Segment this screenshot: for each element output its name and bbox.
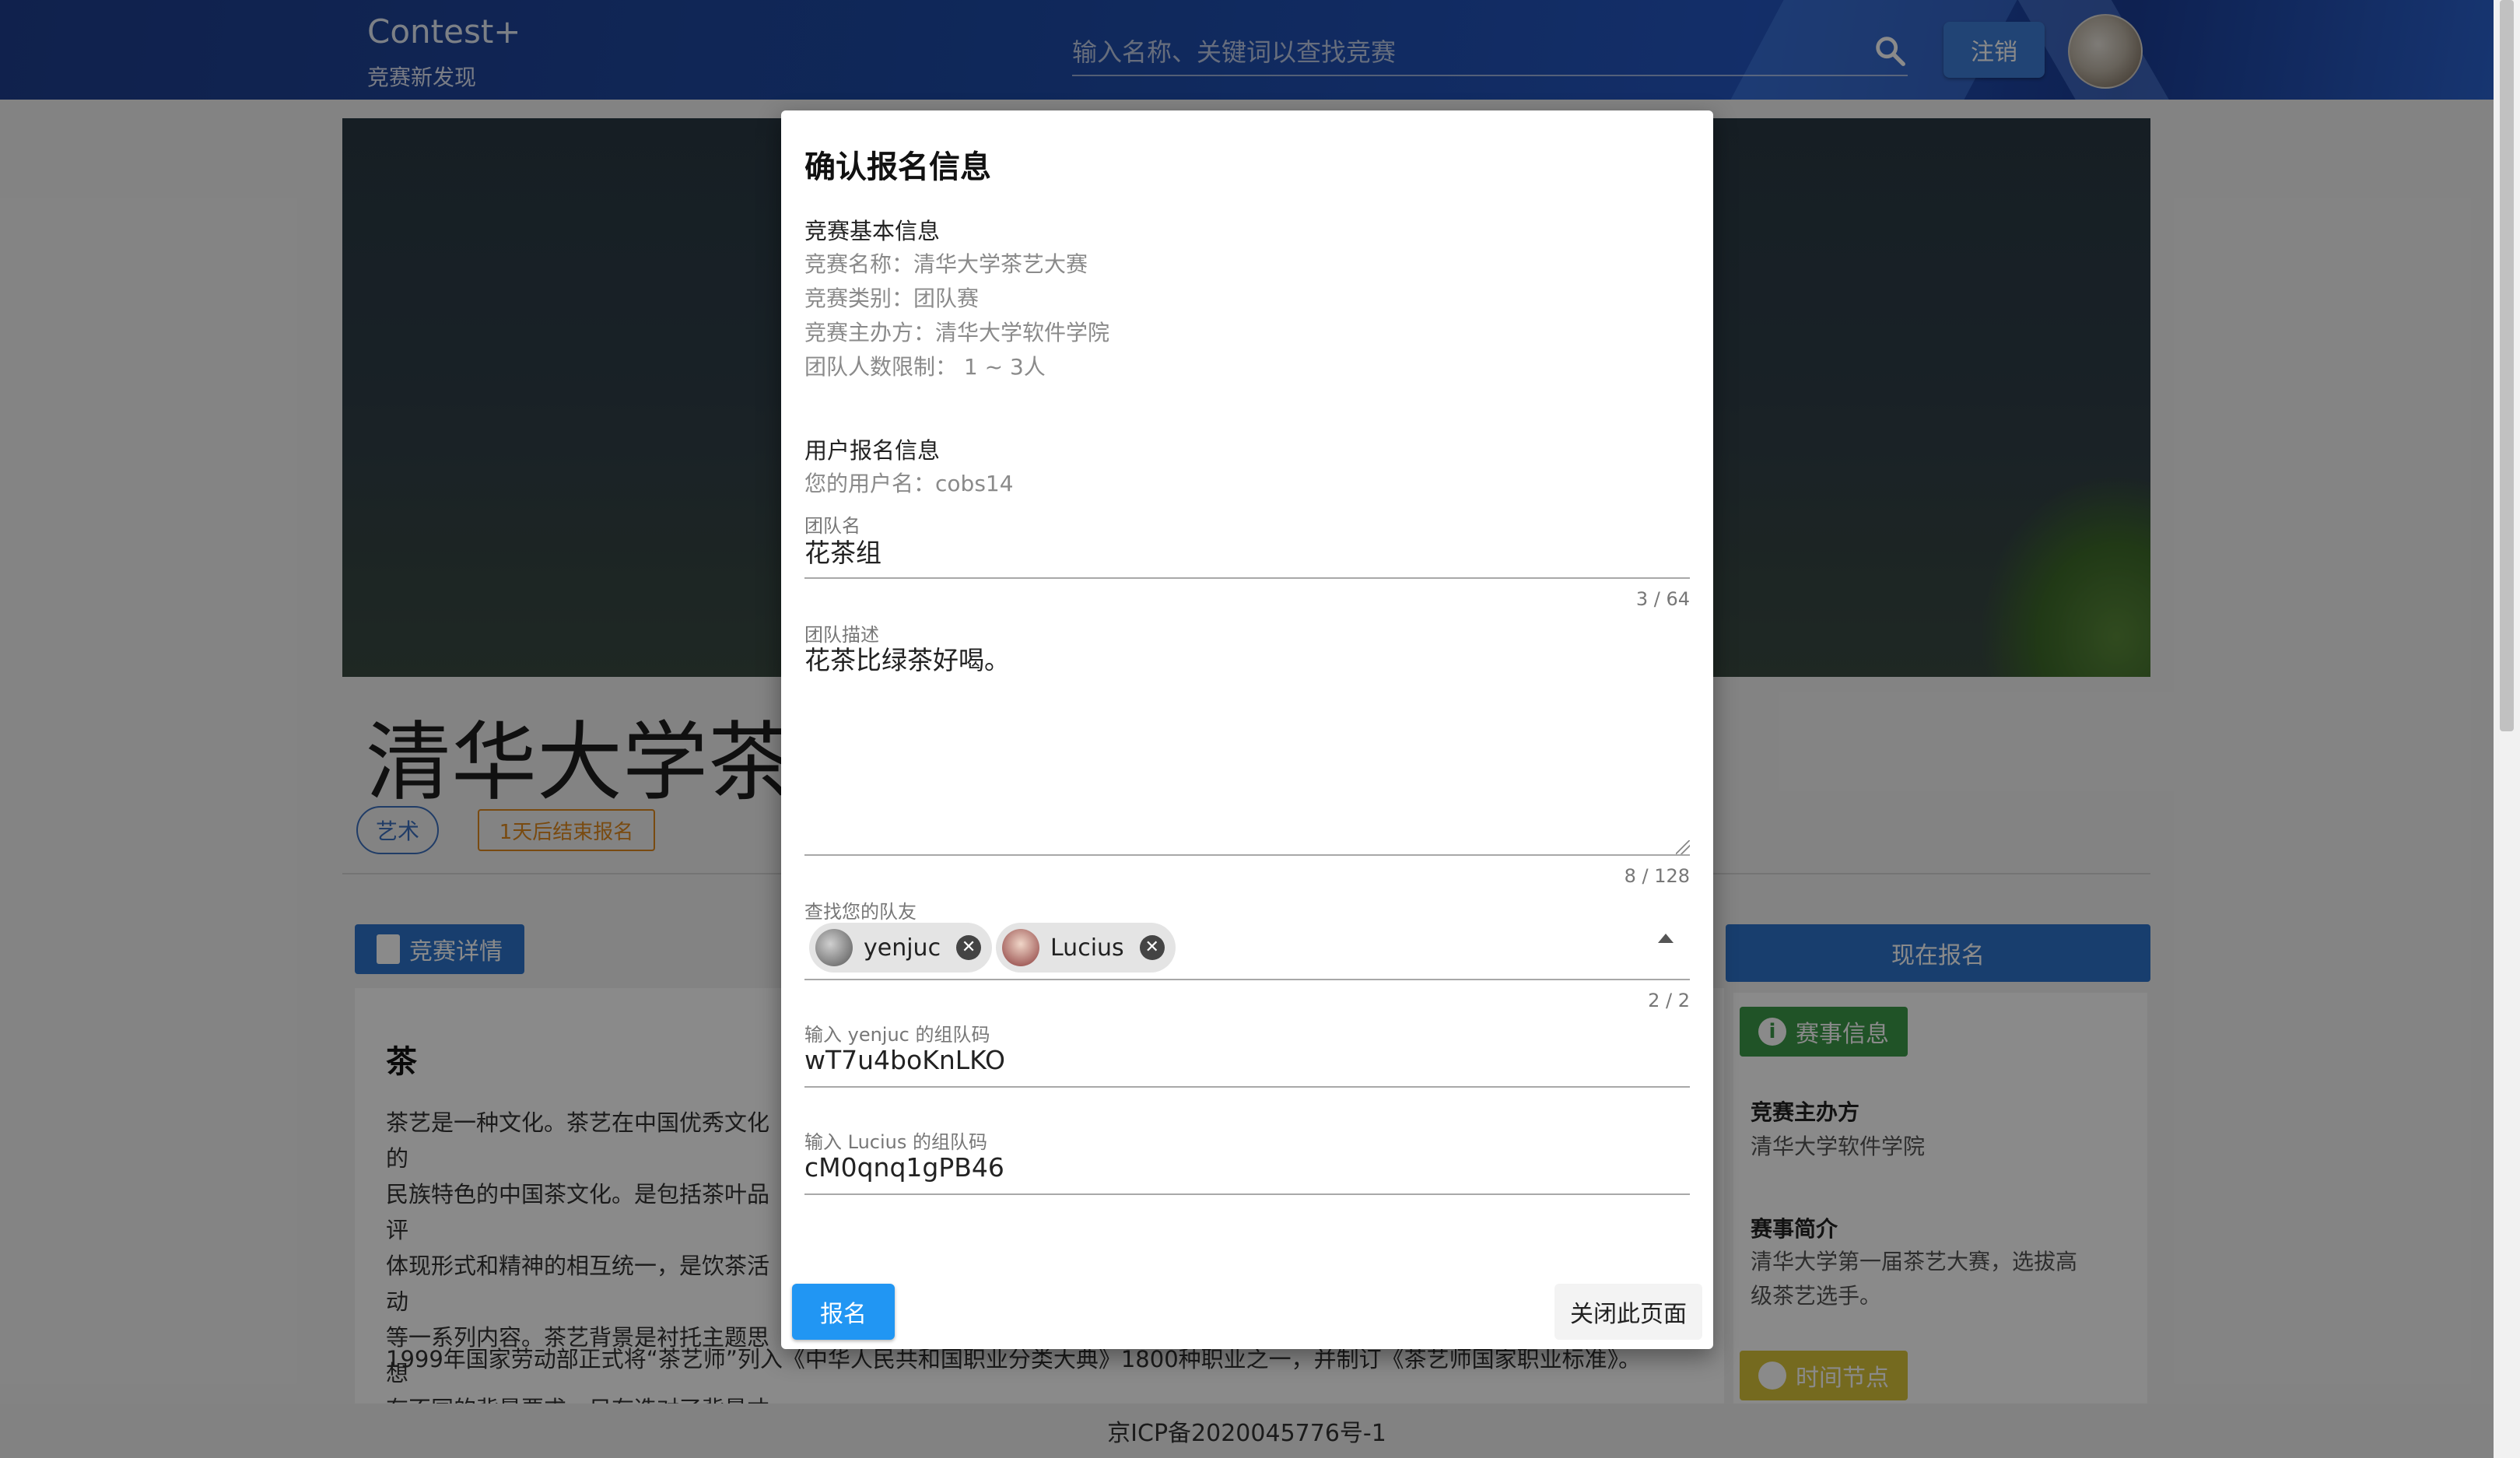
- page-scrollbar[interactable]: [2494, 0, 2520, 1458]
- scrollbar-thumb[interactable]: [2500, 0, 2514, 731]
- dialog-title: 确认报名信息: [804, 149, 991, 185]
- team-name-underline: [804, 577, 1690, 579]
- info-value: 清华大学茶艺大赛: [913, 251, 1088, 277]
- teammate-avatar: [815, 929, 853, 966]
- dropdown-arrow-icon[interactable]: [1658, 934, 1674, 943]
- remove-chip-icon[interactable]: ✕: [1139, 935, 1165, 960]
- team-name-input[interactable]: [804, 531, 1690, 571]
- info-label: 竞赛类别：: [804, 286, 914, 311]
- signup-confirm-dialog: 确认报名信息 竞赛基本信息 竞赛名称：清华大学茶艺大赛 竞赛类别：团队赛 竞赛主…: [781, 110, 1713, 1349]
- team-desc-textarea[interactable]: 花茶比绿茶好喝。: [804, 640, 1690, 834]
- code-underline: [804, 1086, 1690, 1088]
- info-team-size: 团队人数限制： 1 ~ 3人: [804, 350, 1046, 381]
- teammate-counter: 2 / 2: [1648, 990, 1690, 1011]
- team-code-input-lucius[interactable]: [804, 1147, 1690, 1187]
- submit-signup-button[interactable]: 报名: [792, 1284, 895, 1340]
- teammate-name: Lucius: [1050, 934, 1124, 962]
- textarea-resize-handle[interactable]: [1676, 840, 1690, 854]
- info-label: 竞赛主办方：: [804, 320, 936, 345]
- user-info-heading: 用户报名信息: [804, 437, 941, 464]
- username-label: 您的用户名：: [804, 471, 936, 496]
- teammate-underline: [804, 979, 1690, 980]
- team-code-input-yenjuc[interactable]: [804, 1039, 1690, 1080]
- info-value: 团队赛: [913, 286, 980, 311]
- team-desc-underline: [804, 854, 1690, 856]
- info-value: 清华大学软件学院: [935, 320, 1110, 345]
- basic-info-heading: 竞赛基本信息: [804, 218, 941, 244]
- teammate-name: yenjuc: [864, 934, 941, 962]
- teammate-chip-lucius[interactable]: Lucius ✕: [996, 923, 1176, 973]
- username-value: cobs14: [935, 471, 1014, 496]
- teammate-avatar: [1002, 929, 1039, 966]
- team-desc-counter: 8 / 128: [1624, 865, 1690, 887]
- teammate-search-label: 查找您的队友: [804, 901, 917, 923]
- username-line: 您的用户名：cobs14: [804, 467, 1014, 498]
- info-contest-category: 竞赛类别：团队赛: [804, 282, 979, 313]
- info-label: 竞赛名称：: [804, 251, 914, 277]
- teammate-chip-yenjuc[interactable]: yenjuc ✕: [809, 923, 993, 973]
- team-name-counter: 3 / 64: [1635, 588, 1690, 610]
- info-contest-name: 竞赛名称：清华大学茶艺大赛: [804, 247, 1088, 279]
- info-value: 1 ~ 3人: [957, 354, 1046, 380]
- info-contest-organizer: 竞赛主办方：清华大学软件学院: [804, 316, 1109, 347]
- info-label: 团队人数限制：: [804, 354, 958, 380]
- remove-chip-icon[interactable]: ✕: [956, 935, 982, 960]
- close-dialog-button[interactable]: 关闭此页面: [1554, 1284, 1702, 1340]
- code-underline: [804, 1193, 1690, 1195]
